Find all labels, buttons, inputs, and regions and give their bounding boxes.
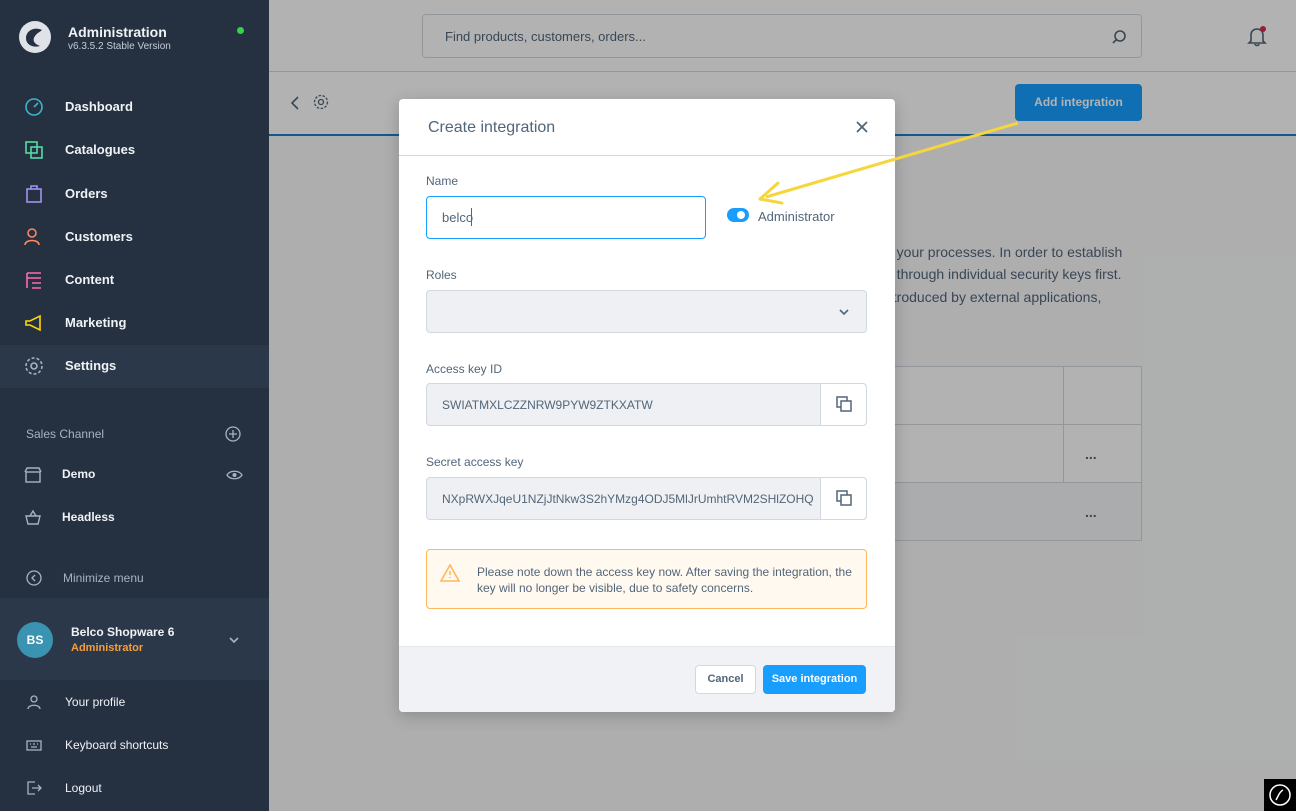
brand-header: Administration v6.3.5.2 Stable Version [0,0,269,80]
administrator-switch[interactable] [727,208,749,222]
avatar: BS [17,622,53,658]
text-caret [471,208,472,226]
secret-key-label: Secret access key [426,455,524,469]
eye-icon[interactable] [226,468,243,482]
copy-secret-key-button[interactable] [820,478,866,519]
modal-title: Create integration [428,119,556,136]
access-key-value: SWIATMXLCZZNRW9PYW9ZTKXATW [442,398,653,412]
annotation-arrow-icon [758,121,1019,205]
basket-icon [25,509,41,525]
customers-icon [24,228,40,246]
sidebar-item-label: Orders [65,186,108,201]
sales-channel-item-headless[interactable]: Headless [0,498,269,538]
sidebar-item-marketing[interactable]: Marketing [0,302,269,345]
name-field[interactable]: belco [426,196,706,239]
copy-access-key-button[interactable] [820,384,866,425]
user-card[interactable]: BS Belco Shopware 6 Administrator [0,598,269,680]
dashboard-icon [25,98,43,116]
switch-knob [737,211,745,219]
roles-label: Roles [426,268,457,282]
chevron-left-circle-icon [26,570,42,586]
sidebar-item-customers[interactable]: Customers [0,216,269,259]
access-key-label: Access key ID [426,362,503,376]
sidebar-item-label: Settings [65,358,117,373]
your-profile-link[interactable]: Your profile [0,683,269,721]
logout-label: Logout [65,781,102,795]
keyboard-icon [26,740,42,751]
catalogue-icon [25,141,43,159]
symfony-toolbar-badge[interactable] [1264,779,1296,811]
settings-icon [25,357,43,375]
name-label: Name [426,174,459,188]
alert-message: Please note down the access key now. Aft… [477,565,852,595]
secret-key-value: NXpRWXJqeU1NZjJtNkw3S2hYMzg4ODJ5MlJrUmht… [442,492,814,506]
sidebar-item-label: Content [65,272,115,287]
minimize-menu-label: Minimize menu [63,571,144,585]
warning-alert: Please note down the access key now. Aft… [426,549,867,609]
secret-key-field[interactable]: NXpRWXJqeU1NZjJtNkw3S2hYMzg4ODJ5MlJrUmht… [426,477,867,520]
cancel-button[interactable]: Cancel [695,665,756,694]
sales-channel-label: Demo [62,467,96,481]
shopware-logo-icon [19,21,51,53]
sales-channel-title: Sales Channel [26,427,105,441]
modal-footer: Cancel Save integration [399,646,895,712]
save-integration-button[interactable]: Save integration [763,665,866,694]
roles-select[interactable] [426,290,867,333]
warning-icon [440,564,460,582]
name-value: belco [442,210,474,225]
sidebar-item-label: Catalogues [65,142,136,157]
orders-icon [26,185,42,203]
add-sales-channel-icon[interactable] [225,426,241,442]
minimize-menu-button[interactable]: Minimize menu [0,560,269,596]
your-profile-label: Your profile [65,695,126,709]
storefront-icon [24,467,42,483]
sidebar-item-dashboard[interactable]: Dashboard [0,86,269,129]
sidebar-item-label: Dashboard [65,99,133,114]
status-dot [237,27,244,34]
logout-link[interactable]: Logout [0,769,269,807]
marketing-icon [25,314,41,332]
chevron-down-icon [839,309,849,316]
sidebar-item-label: Customers [65,229,133,244]
user-role: Administrator [71,642,144,654]
user-name: Belco Shopware 6 [71,625,175,639]
sidebar: Administration v6.3.5.2 Stable Version D… [0,0,269,811]
sales-channel-item-demo[interactable]: Demo [0,455,269,495]
sidebar-item-settings[interactable]: Settings [0,345,269,388]
sales-channel-label: Headless [62,510,115,524]
logout-icon [27,781,42,795]
sidebar-item-catalogues[interactable]: Catalogues [0,129,269,172]
keyboard-shortcuts-link[interactable]: Keyboard shortcuts [0,726,269,764]
copy-icon [836,490,852,506]
app-version: v6.3.5.2 Stable Version [68,41,171,52]
sidebar-item-orders[interactable]: Orders [0,173,269,216]
user-icon [27,695,41,710]
copy-icon [836,396,852,412]
sidebar-item-label: Marketing [65,315,127,330]
keyboard-shortcuts-label: Keyboard shortcuts [65,738,169,752]
app-title: Administration [68,24,167,40]
chevron-down-icon[interactable] [228,635,240,645]
access-key-field[interactable]: SWIATMXLCZZNRW9PYW9ZTKXATW [426,383,867,426]
content-icon [26,272,41,289]
symfony-icon [1269,784,1291,806]
sidebar-item-content[interactable]: Content [0,259,269,302]
